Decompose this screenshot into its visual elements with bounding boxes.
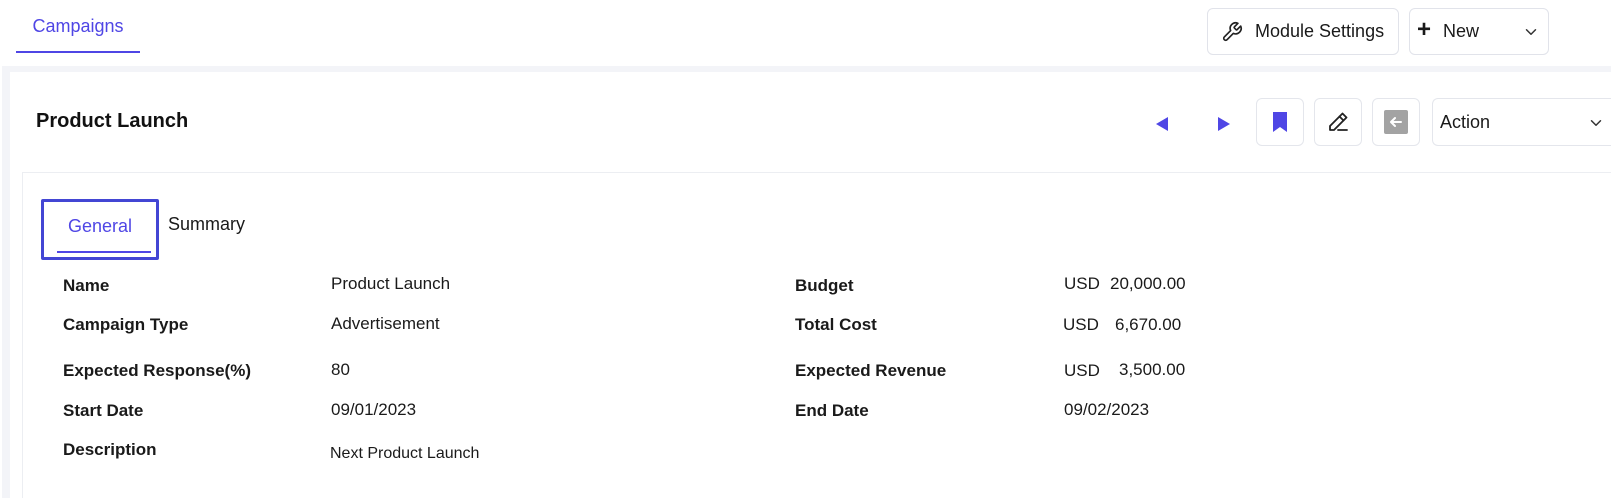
- field-value-total-cost: 6,670.00: [1115, 315, 1182, 334]
- arrow-left-icon: [1384, 110, 1408, 134]
- field-label-description: Description: [63, 440, 157, 459]
- field-label-expected-revenue: Expected Revenue: [795, 361, 947, 380]
- field-label-campaign-type: Campaign Type: [63, 315, 189, 334]
- field-label-expected-response: Expected Response(%): [63, 361, 251, 380]
- wrench-icon: [1222, 21, 1242, 41]
- detail-section: [22, 172, 1611, 498]
- field-currency-expected-revenue: USD: [1064, 361, 1100, 380]
- new-label: New: [1443, 21, 1480, 41]
- tab-summary[interactable]: Summary: [168, 214, 245, 235]
- action-dropdown[interactable]: Action: [1432, 98, 1611, 146]
- top-bar: Campaigns Module Settings + New: [0, 0, 1611, 66]
- field-currency-budget: USD: [1064, 274, 1100, 293]
- field-value-expected-revenue: 3,500.00: [1119, 360, 1186, 379]
- field-value-expected-response: 80: [331, 360, 350, 379]
- new-button[interactable]: + New: [1409, 8, 1549, 55]
- module-settings-label: Module Settings: [1255, 21, 1385, 41]
- field-value-campaign-type: Advertisement: [331, 314, 440, 333]
- field-label-budget: Budget: [795, 276, 854, 295]
- field-currency-total-cost: USD: [1063, 315, 1099, 334]
- module-settings-button[interactable]: Module Settings: [1207, 8, 1399, 55]
- edit-button[interactable]: [1314, 98, 1362, 146]
- action-label: Action: [1440, 112, 1491, 132]
- chevron-down-icon: [1590, 120, 1602, 126]
- tab-campaigns[interactable]: Campaigns: [16, 0, 140, 53]
- tab-active-indicator: [57, 251, 151, 253]
- field-value-name: Product Launch: [331, 274, 451, 293]
- triangle-right-icon[interactable]: [1215, 114, 1233, 134]
- bookmark-button[interactable]: [1256, 98, 1304, 146]
- triangle-left-icon[interactable]: [1153, 114, 1171, 134]
- bookmark-icon: [1273, 112, 1287, 132]
- field-value-budget: 20,000.00: [1110, 274, 1186, 293]
- tab-general-label: General: [67, 216, 133, 236]
- chevron-down-icon: [1525, 29, 1537, 35]
- field-value-description: Next Product Launch: [330, 445, 480, 462]
- page-title: Product Launch: [36, 110, 189, 132]
- plus-icon: +: [1417, 16, 1432, 43]
- field-label-name: Name: [63, 276, 110, 295]
- field-label-total-cost: Total Cost: [795, 315, 877, 334]
- tab-general[interactable]: General: [41, 199, 159, 260]
- pencil-icon: [1329, 112, 1348, 131]
- field-value-start-date: 09/01/2023: [331, 400, 417, 419]
- field-label-end-date: End Date: [795, 401, 869, 420]
- field-value-end-date: 09/02/2023: [1064, 400, 1150, 419]
- field-label-start-date: Start Date: [63, 401, 144, 420]
- back-button[interactable]: [1372, 98, 1420, 146]
